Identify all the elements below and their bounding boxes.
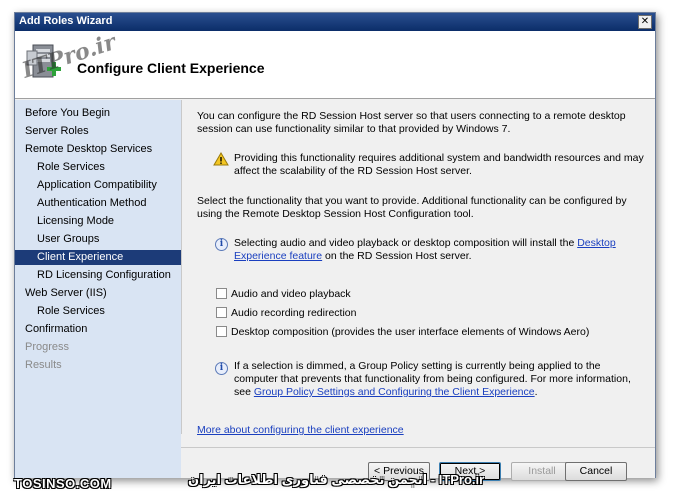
sidebar-item-client-experience[interactable]: Client Experience bbox=[15, 250, 181, 265]
sidebar-item-authentication-method[interactable]: Authentication Method bbox=[37, 197, 146, 211]
sidebar-item-before-you-begin[interactable]: Before You Begin bbox=[25, 107, 110, 121]
footer-divider bbox=[181, 447, 655, 448]
warning-icon bbox=[213, 152, 229, 166]
intro-text: You can configure the RD Session Host se… bbox=[197, 110, 626, 135]
sidebar-item-server-roles[interactable]: Server Roles bbox=[25, 125, 89, 139]
info1-prefix: Selecting audio and video playback or de… bbox=[234, 237, 578, 249]
audio-video-playback-label[interactable]: Audio and video playback bbox=[231, 288, 351, 301]
audio-video-playback-checkbox[interactable] bbox=[216, 288, 227, 299]
group-policy-info: If a selection is dimmed, a Group Policy… bbox=[234, 360, 634, 399]
info1-suffix: on the RD Session Host server. bbox=[322, 250, 472, 262]
sidebar-item-confirmation[interactable]: Confirmation bbox=[25, 323, 87, 337]
close-button[interactable]: ✕ bbox=[638, 15, 652, 29]
sidebar-item-remote-desktop-services[interactable]: Remote Desktop Services bbox=[25, 143, 152, 157]
info2-suffix: . bbox=[534, 386, 538, 398]
group-policy-settings-link[interactable]: Group Policy Settings and Configuring th… bbox=[254, 386, 535, 398]
sidebar-item-role-services[interactable]: Role Services bbox=[37, 161, 105, 175]
desktop-experience-info: Selecting audio and video playback or de… bbox=[234, 237, 634, 263]
install-button: Install bbox=[511, 462, 573, 481]
tosinso-watermark: TOSINSO.COM bbox=[14, 476, 112, 491]
audio-recording-redirection-checkbox[interactable] bbox=[216, 307, 227, 318]
page-title: Configure Client Experience bbox=[77, 60, 265, 76]
sidebar-item-user-groups[interactable]: User Groups bbox=[37, 233, 99, 247]
sidebar-item-results: Results bbox=[25, 359, 62, 371]
sidebar-item-web-server-iis[interactable]: Web Server (IIS) bbox=[25, 287, 107, 301]
window-title: Add Roles Wizard bbox=[19, 15, 113, 27]
sidebar-item-rd-licensing-configuration[interactable]: RD Licensing Configuration bbox=[37, 269, 171, 283]
add-roles-wizard-window: Add Roles Wizard ✕ Configure Client Expe… bbox=[14, 12, 656, 481]
wizard-content: You can configure the RD Session Host se… bbox=[181, 100, 655, 481]
sidebar-item-application-compatibility[interactable]: Application Compatibility bbox=[37, 179, 157, 193]
select-functionality-text: Select the functionality that you want t… bbox=[197, 195, 627, 220]
info-icon: i bbox=[215, 238, 228, 251]
more-about-client-experience-link[interactable]: More about configuring the client experi… bbox=[197, 424, 404, 437]
warning-text: Providing this functionality requires ad… bbox=[234, 152, 644, 177]
cancel-button[interactable]: Cancel bbox=[565, 462, 627, 481]
sidebar-item-web-role-services[interactable]: Role Services bbox=[37, 305, 105, 319]
desktop-composition-label[interactable]: Desktop composition (provides the user i… bbox=[231, 326, 589, 339]
sidebar-item-licensing-mode[interactable]: Licensing Mode bbox=[37, 215, 114, 229]
desktop-composition-checkbox[interactable] bbox=[216, 326, 227, 337]
itpro-forum-watermark: ITPro.ir - انجمن تخصصی فناوری اطلاعات ای… bbox=[188, 472, 485, 487]
audio-recording-redirection-label[interactable]: Audio recording redirection bbox=[231, 307, 357, 320]
wizard-steps-sidebar: Before You Begin Server Roles Remote Des… bbox=[15, 100, 181, 478]
content-panel: You can configure the RD Session Host se… bbox=[181, 100, 655, 437]
info-icon-2: i bbox=[215, 362, 228, 375]
sidebar-item-progress: Progress bbox=[25, 341, 70, 353]
